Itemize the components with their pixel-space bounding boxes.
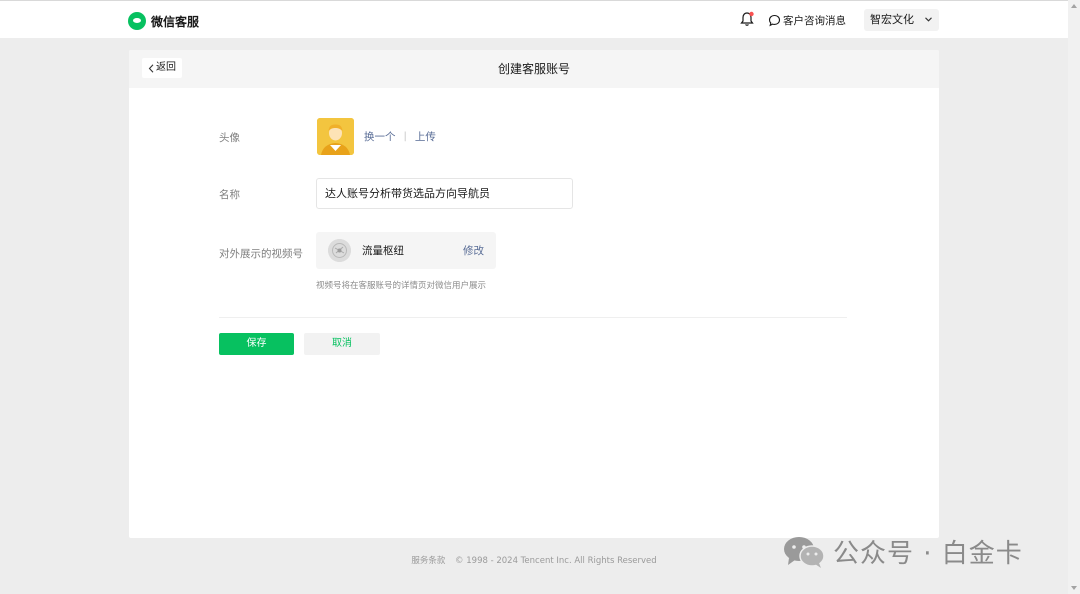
divider <box>219 317 847 318</box>
chevron-left-icon <box>148 63 154 73</box>
wechat-logo-icon <box>128 12 146 30</box>
change-avatar-link[interactable]: 换一个 <box>364 129 396 144</box>
channel-avatar-image <box>328 239 351 262</box>
top-bar: 微信客服 客户咨询消息 智宏文化 <box>0 0 1068 38</box>
bell-icon[interactable] <box>740 11 754 27</box>
edit-channel-link[interactable]: 修改 <box>463 243 484 258</box>
account-name: 智宏文化 <box>870 13 914 26</box>
account-switcher[interactable]: 智宏文化 <box>864 9 939 31</box>
channel-label: 对外展示的视频号 <box>219 248 303 260</box>
link-separator: | <box>403 131 407 142</box>
copyright-text: © 1998 - 2024 Tencent Inc. All Rights Re… <box>455 556 657 566</box>
channel-selector: 流量枢纽 修改 <box>316 232 496 269</box>
messages-label: 客户咨询消息 <box>783 15 846 27</box>
channel-avatar <box>328 239 351 262</box>
back-button[interactable]: 返回 <box>142 58 182 78</box>
scroll-down-icon[interactable] <box>1071 586 1077 590</box>
avatar-actions: 换一个 | 上传 <box>364 129 436 144</box>
card-header: 创建客服账号 返回 <box>129 50 939 88</box>
page-scrollbar[interactable] <box>1068 0 1080 594</box>
customer-messages-link[interactable]: 客户咨询消息 <box>768 13 846 28</box>
channel-hint: 视频号将在客服账号的详情页对微信用户展示 <box>316 281 487 291</box>
name-input[interactable]: 达人账号分析带货选品方向导航员 <box>316 178 573 209</box>
cancel-button[interactable]: 取消 <box>304 333 380 355</box>
chat-bubble-icon <box>768 14 781 27</box>
wechat-watermark-icon <box>784 536 825 568</box>
upload-avatar-link[interactable]: 上传 <box>415 129 436 144</box>
avatar-label: 头像 <box>219 132 240 144</box>
name-label: 名称 <box>219 189 240 201</box>
channel-name: 流量枢纽 <box>362 245 404 257</box>
brand[interactable]: 微信客服 <box>128 12 199 30</box>
avatar-image <box>317 118 354 155</box>
brand-name: 微信客服 <box>151 14 200 29</box>
back-label: 返回 <box>156 62 176 73</box>
page-title: 创建客服账号 <box>497 62 570 76</box>
terms-link[interactable]: 服务条款 <box>411 556 445 566</box>
chevron-down-icon <box>925 17 932 22</box>
save-button[interactable]: 保存 <box>219 333 294 355</box>
watermark: 公众号 · 白金卡 <box>783 533 1023 570</box>
create-account-card: 创建客服账号 返回 头像 换一个 | 上传 名称 达人账号分析带货选品方向导航员… <box>129 50 939 538</box>
watermark-text: 公众号 · 白金卡 <box>833 539 1023 569</box>
scroll-up-icon[interactable] <box>1071 4 1077 8</box>
avatar <box>317 118 354 155</box>
